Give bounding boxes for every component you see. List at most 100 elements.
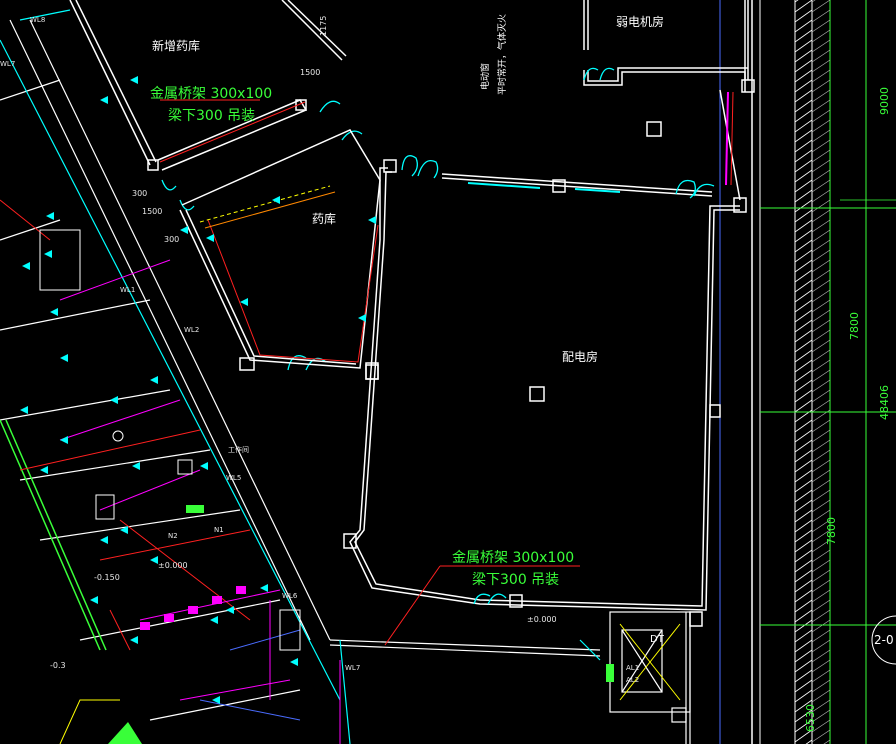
- hatch-line: [794, 179, 813, 193]
- dim-48406: 48406: [878, 385, 891, 420]
- power-room-walls: [343, 89, 747, 627]
- hatch-line: [794, 609, 813, 623]
- hatch-line: [794, 419, 813, 433]
- fixture-symbol: [130, 636, 138, 644]
- fixture-symbol: [130, 76, 138, 84]
- fixture-symbol: [260, 584, 268, 592]
- hatch-line: [794, 529, 813, 543]
- fixture-symbol: [368, 216, 376, 224]
- dim-6530: 6530: [804, 704, 817, 732]
- fixture-symbol: [60, 436, 68, 444]
- hatch-line: [794, 689, 813, 703]
- hatch-line: [794, 509, 813, 523]
- lbl-wl2: WL2: [184, 326, 199, 334]
- hatch-line: [811, 299, 831, 313]
- hatch-line: [794, 579, 813, 593]
- fixture-symbol: [150, 556, 158, 564]
- hatch-line: [811, 79, 831, 93]
- hatch-line: [794, 99, 813, 113]
- hatch-line: [811, 239, 831, 253]
- hatch-line: [811, 619, 831, 633]
- hatch-line: [811, 179, 831, 193]
- hatch-line: [811, 69, 831, 83]
- yellow-frame: [59, 699, 120, 744]
- fixture-symbol: [206, 234, 214, 242]
- hatch-line: [794, 299, 813, 313]
- hatch-line: [794, 469, 813, 483]
- fixture-symbol: [110, 396, 118, 404]
- dim-1500: 1500: [300, 68, 320, 77]
- vertical-note-2: 平时常开，气体灭火: [496, 14, 508, 95]
- hatch-line: [811, 349, 831, 363]
- hatch-line: [794, 619, 813, 633]
- hatch-line: [794, 429, 813, 443]
- lbl-level-b: ±0.000: [158, 561, 188, 570]
- lbl-n1: N1: [214, 526, 224, 534]
- hatch-line: [794, 479, 813, 493]
- dim-7800-a: 7800: [848, 312, 861, 340]
- hatch-line: [794, 79, 813, 93]
- hatch-line: [794, 309, 813, 323]
- hatch-line: [794, 0, 813, 13]
- hatch-line: [794, 349, 813, 363]
- hatch-line: [811, 669, 831, 683]
- tray-note-1-line2: 梁下300 吊装: [168, 108, 255, 124]
- hatch-line: [794, 39, 813, 53]
- tray-note-1-line1: 金属桥架 300x100: [150, 86, 272, 102]
- hatch-line: [811, 249, 831, 263]
- hatch-line: [794, 19, 813, 33]
- green-triangle: [108, 722, 142, 744]
- fixture-symbol: [20, 406, 28, 414]
- hatch-line: [811, 569, 831, 583]
- hatch-line: [811, 659, 831, 673]
- hatch-line: [811, 499, 831, 513]
- hatch-line: [811, 319, 831, 333]
- hatch-line: [794, 359, 813, 373]
- hatch-line: [811, 209, 831, 223]
- hatch-line: [794, 519, 813, 533]
- cad-floor-plan: 弱电机房 配电房 药库 新增药库 金属桥架 300x100 梁下300 吊装 金…: [0, 0, 896, 744]
- hatch-line: [794, 369, 813, 383]
- hatch-line: [794, 159, 813, 173]
- hatch-line: [811, 9, 831, 23]
- dim-7800-b: 7800: [825, 517, 838, 545]
- room-label-new-pharmacy: 新增药库: [152, 38, 200, 53]
- hatch-line: [794, 459, 813, 473]
- fixture-symbol: [44, 250, 52, 258]
- dim-1175: 1175: [319, 16, 328, 36]
- hatch-line: [811, 589, 831, 603]
- fixture-symbol: [150, 376, 158, 384]
- hatch-line: [794, 259, 813, 273]
- hatch-line: [794, 219, 813, 233]
- hatch-line: [794, 379, 813, 393]
- dim-9000: 9000: [878, 87, 891, 115]
- lbl-al1: AL1: [626, 664, 639, 672]
- fixture-symbol: [200, 462, 208, 470]
- hatch-line: [794, 589, 813, 603]
- hatch-line: [794, 629, 813, 643]
- fixture-symbol: [100, 536, 108, 544]
- hatch-line: [811, 359, 831, 373]
- lbl-wl7: WL7: [345, 664, 360, 672]
- hatch-line: [811, 399, 831, 413]
- hatch-line: [811, 479, 831, 493]
- hatch-line: [811, 119, 831, 133]
- hatch-line: [794, 329, 813, 343]
- hatch-line: [811, 429, 831, 443]
- hatch-line: [811, 139, 831, 153]
- hatch-line: [794, 169, 813, 183]
- lbl-al2: AL2: [626, 676, 639, 684]
- hatch-line: [811, 579, 831, 593]
- fixture-symbol: [240, 298, 248, 306]
- hatch-line: [811, 369, 831, 383]
- hatch-line: [811, 449, 831, 463]
- fixture-symbol: [290, 658, 298, 666]
- hatch-line: [794, 29, 813, 43]
- hatch-line: [794, 129, 813, 143]
- hatch-line: [811, 219, 831, 233]
- dim-300: 300: [132, 189, 147, 198]
- fixture-symbol: [50, 308, 58, 316]
- lbl-wl8: WL8: [30, 16, 45, 24]
- hatch-line: [811, 469, 831, 483]
- fixture-symbol: [358, 314, 366, 322]
